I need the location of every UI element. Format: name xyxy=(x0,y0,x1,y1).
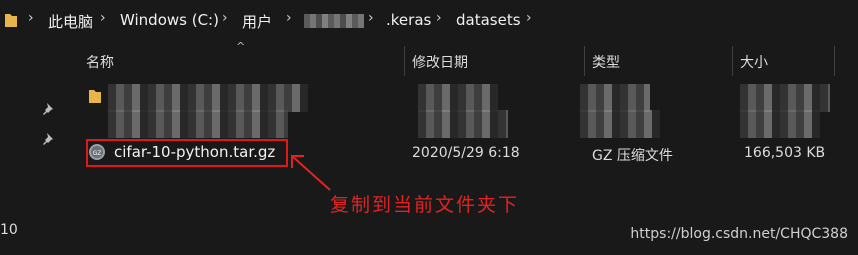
annotation-text: 复制到当前文件夹下 xyxy=(330,194,520,216)
folder-icon xyxy=(89,90,101,103)
redacted-size xyxy=(740,84,830,112)
column-divider[interactable] xyxy=(834,46,835,76)
breadcrumb-username-redacted[interactable] xyxy=(304,14,364,28)
annotation-arrow-icon xyxy=(291,155,331,191)
breadcrumb-datasets[interactable]: datasets xyxy=(456,11,521,29)
column-header-modified[interactable]: 修改日期 xyxy=(412,52,468,72)
redacted-name xyxy=(108,84,308,112)
column-header-size[interactable]: 大小 xyxy=(740,52,768,72)
column-divider[interactable] xyxy=(404,46,405,76)
breadcrumb-separator: › xyxy=(222,10,228,26)
pin-icon[interactable] xyxy=(42,132,56,146)
address-bar[interactable]: › 此电脑 › Windows (C:) › 用户 › › .keras › d… xyxy=(0,0,858,40)
file-modified-date: 2020/5/29 6:18 xyxy=(412,145,520,161)
breadcrumb-users[interactable]: 用户 xyxy=(242,11,272,32)
breadcrumb-separator: › xyxy=(436,10,442,26)
redacted-size xyxy=(740,110,820,138)
side-label: 10 xyxy=(0,222,18,238)
redacted-type xyxy=(580,110,660,138)
redacted-name xyxy=(108,110,288,138)
column-header-name[interactable]: 名称 xyxy=(86,52,114,72)
folder-icon xyxy=(5,14,17,27)
file-size: 166,503 KB xyxy=(744,145,826,161)
pin-icon[interactable] xyxy=(42,102,56,116)
breadcrumb-separator: › xyxy=(526,10,532,26)
breadcrumb-drive-c[interactable]: Windows (C:) xyxy=(120,11,219,29)
breadcrumb-keras[interactable]: .keras xyxy=(386,11,431,29)
breadcrumb-separator: › xyxy=(286,10,292,26)
file-type: GZ 压缩文件 xyxy=(592,148,673,164)
redacted-type xyxy=(580,84,650,112)
file-name[interactable]: cifar-10-python.tar.gz xyxy=(114,143,275,161)
column-divider[interactable] xyxy=(732,46,733,76)
column-divider[interactable] xyxy=(584,46,585,76)
column-header-type[interactable]: 类型 xyxy=(592,52,620,72)
redacted-date xyxy=(418,110,508,138)
list-item-redacted[interactable] xyxy=(80,84,840,112)
svg-text:GZ: GZ xyxy=(93,150,102,157)
breadcrumb-separator: › xyxy=(28,10,34,26)
breadcrumb-this-pc[interactable]: 此电脑 xyxy=(48,11,93,32)
gz-archive-icon: GZ xyxy=(89,144,105,160)
watermark: https://blog.csdn.net/CHQC388 xyxy=(630,226,848,242)
redacted-date xyxy=(418,84,498,112)
list-item-redacted[interactable] xyxy=(80,110,840,138)
list-item-file[interactable]: GZ cifar-10-python.tar.gz 2020/5/29 6:18… xyxy=(80,139,840,167)
breadcrumb-separator: › xyxy=(100,10,106,26)
breadcrumb-separator: › xyxy=(368,10,374,26)
column-header-row: 名称 修改日期 类型 大小 xyxy=(78,46,838,76)
